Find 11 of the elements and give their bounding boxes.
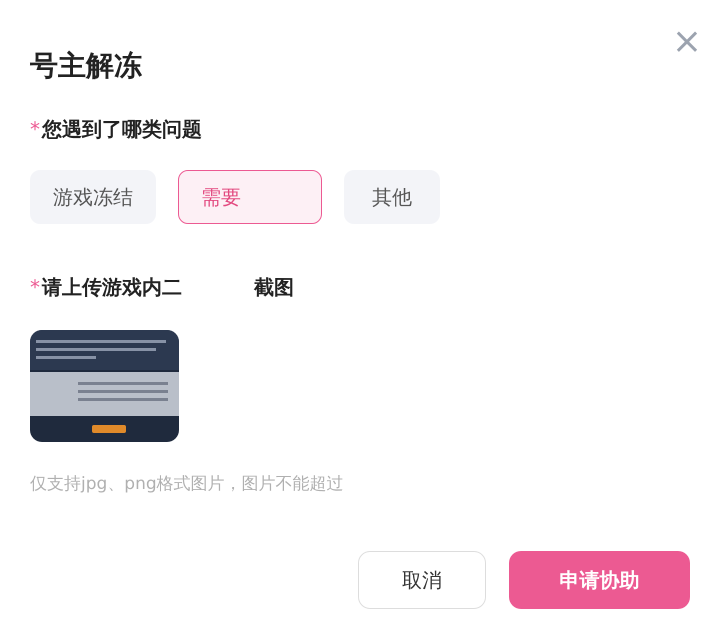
option-chip[interactable]: 需要 <box>178 170 322 224</box>
option-chip[interactable]: 其他 <box>344 170 440 224</box>
question-label: 您遇到了哪类问题 <box>42 116 202 143</box>
upload-label: 截图 <box>254 274 294 301</box>
dialog-title: 号主解冻 <box>30 48 143 84</box>
upload-hint: 仅支持jpg、png格式图片，图片不能超过 <box>30 473 345 496</box>
required-mark: * <box>30 116 40 143</box>
option-chip[interactable]: 游戏冻结 <box>30 170 156 224</box>
upload-label: 请上传游戏内二 <box>42 274 182 301</box>
required-mark: * <box>30 274 40 301</box>
cancel-button[interactable]: 取消 <box>358 551 486 609</box>
